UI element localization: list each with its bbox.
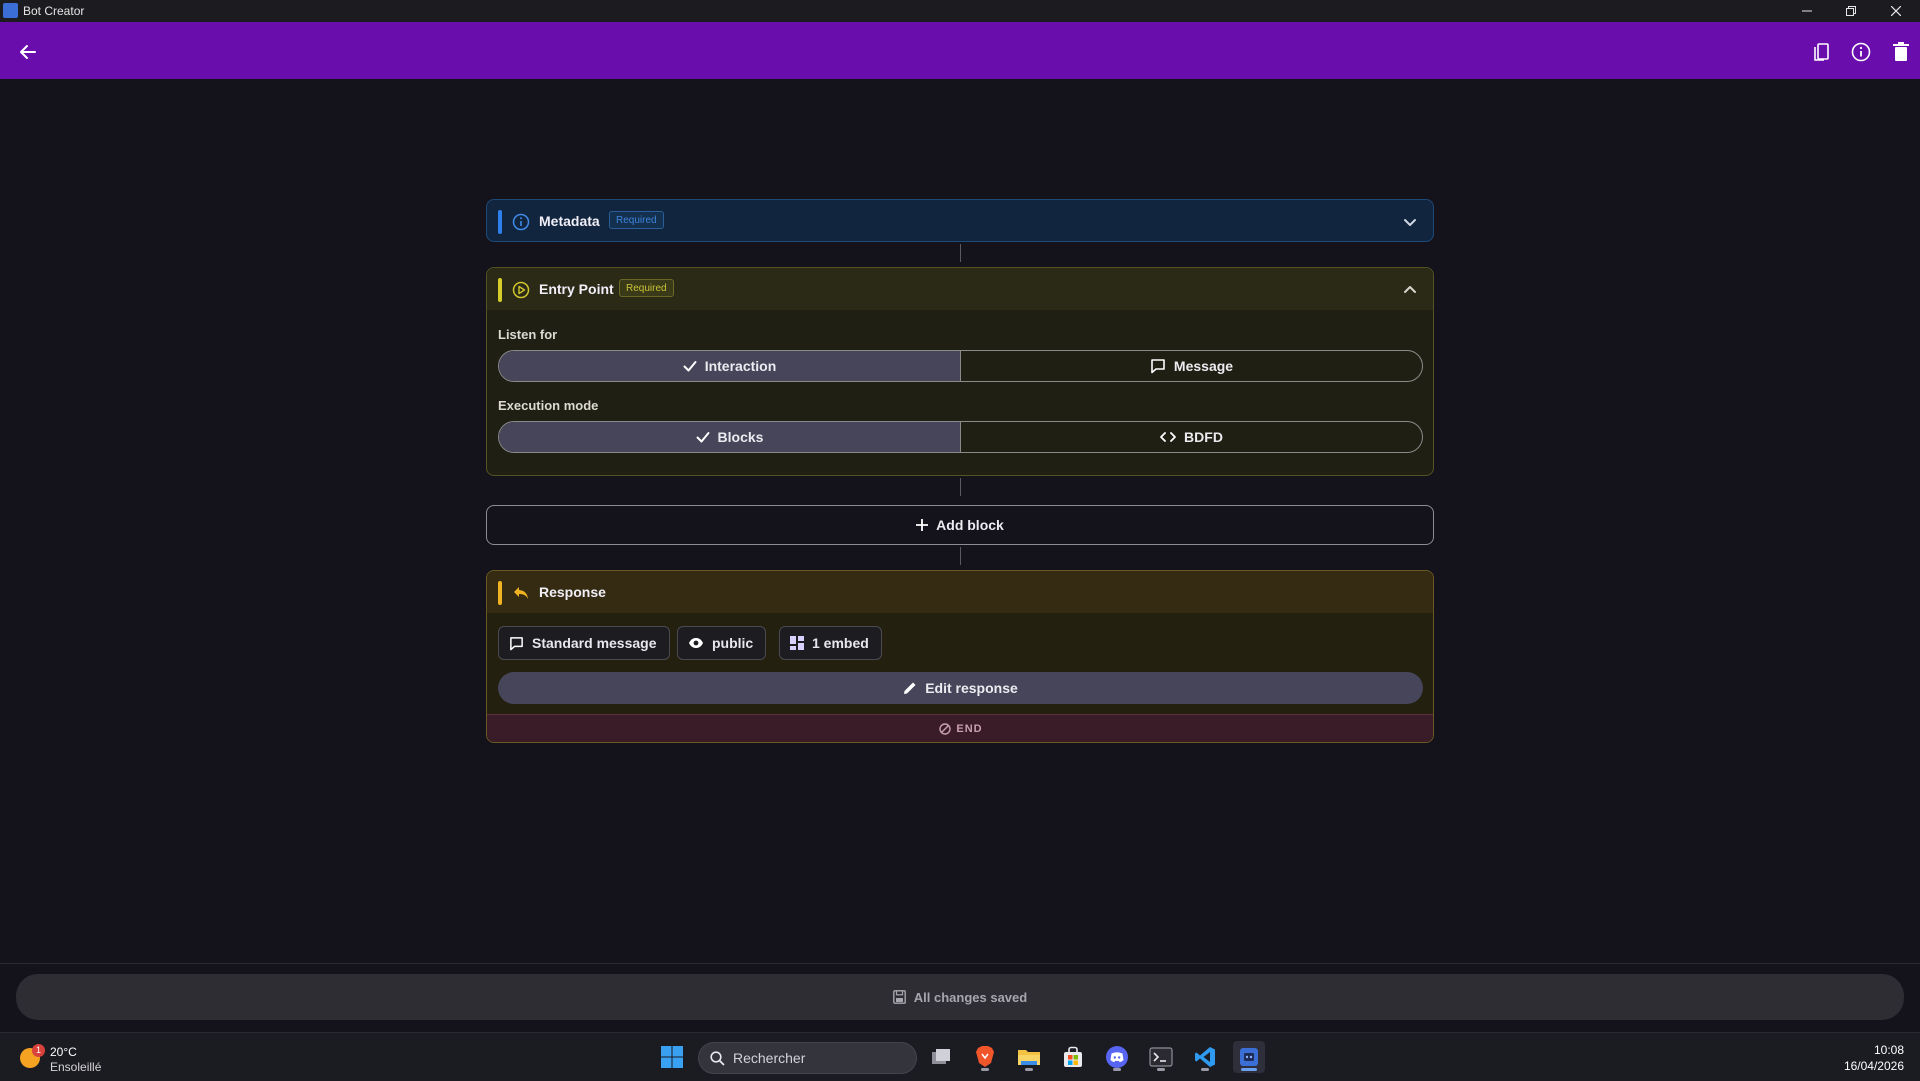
window-title-bar: Bot Creator: [0, 0, 1920, 22]
pencil-icon: [904, 682, 916, 694]
required-badge: Required: [609, 211, 664, 229]
discord-icon: [1106, 1046, 1128, 1068]
discord-button[interactable]: [1101, 1041, 1133, 1073]
save-status-bar: All changes saved: [16, 974, 1904, 1020]
windows-logo-icon: [661, 1046, 683, 1068]
code-icon: [1160, 432, 1176, 442]
vscode-button[interactable]: [1189, 1041, 1221, 1073]
metadata-header[interactable]: Metadata Required: [487, 200, 1433, 242]
listen-for-toggle: Interaction Message: [498, 350, 1423, 382]
back-arrow-icon: [20, 45, 36, 59]
taskbar-clock[interactable]: 10:08 16/04/2026: [1844, 1042, 1904, 1074]
listen-for-message-option[interactable]: Message: [960, 351, 1422, 381]
info-icon: [1851, 42, 1871, 62]
execution-mode-label: Execution mode: [498, 398, 599, 413]
weather-condition: Ensoleillé: [50, 1060, 102, 1074]
search-icon: [710, 1050, 725, 1066]
metadata-title: Metadata: [539, 213, 600, 229]
trash-icon: [1893, 42, 1909, 61]
task-view-icon: [932, 1049, 950, 1064]
entry-point-card: Entry Point Required Listen for Interact…: [486, 267, 1434, 476]
brave-lion-icon: [976, 1046, 994, 1067]
store-bag-icon: [1064, 1046, 1082, 1067]
clock-date: 16/04/2026: [1843, 1059, 1904, 1073]
close-button[interactable]: [1876, 0, 1916, 22]
play-circle-icon: [511, 280, 531, 300]
message-icon: [510, 636, 523, 650]
add-block-button[interactable]: Add block: [486, 505, 1434, 545]
brave-browser-button[interactable]: [969, 1041, 1001, 1073]
response-accent-bar: [498, 581, 502, 605]
response-title: Response: [539, 584, 606, 600]
close-icon: [1891, 6, 1901, 16]
notification-badge: 1: [32, 1044, 45, 1057]
eye-icon: [689, 638, 703, 648]
folder-icon: [1018, 1050, 1040, 1065]
connector-line: [960, 478, 961, 496]
app-icon: [3, 3, 18, 18]
back-button[interactable]: [14, 38, 42, 66]
end-marker: END: [487, 714, 1433, 742]
terminal-icon: [1149, 1047, 1173, 1067]
check-icon: [683, 361, 697, 372]
app-bar: [0, 22, 1920, 79]
execution-mode-bdfd-option[interactable]: BDFD: [960, 422, 1422, 452]
dashboard-icon: [790, 636, 804, 650]
entry-accent-bar: [498, 278, 502, 302]
connector-line: [960, 244, 961, 262]
file-explorer-button[interactable]: [1013, 1041, 1045, 1073]
execution-mode-toggle: Blocks BDFD: [498, 421, 1423, 453]
restore-button[interactable]: [1831, 0, 1871, 22]
connector-line: [960, 547, 961, 565]
reply-icon: [511, 583, 531, 603]
taskbar-search[interactable]: Rechercher: [698, 1042, 917, 1074]
check-icon: [696, 432, 710, 443]
copy-icon: [1814, 43, 1829, 61]
listen-for-label: Listen for: [498, 327, 558, 342]
taskbar: 1 20°C Ensoleillé Rechercher 10:08 16/04…: [0, 1032, 1920, 1081]
response-card: Response Standard message public 1 embed…: [486, 570, 1434, 743]
clock-time: 10:08: [1873, 1043, 1904, 1057]
visibility-chip[interactable]: public: [677, 626, 767, 660]
message-icon: [1151, 359, 1165, 374]
info-button[interactable]: [1846, 37, 1876, 67]
chevron-up-icon[interactable]: [1401, 281, 1419, 299]
block-icon: [939, 722, 952, 735]
info-circle-icon: [511, 212, 531, 232]
vscode-icon: [1195, 1047, 1215, 1067]
window-title: Bot Creator: [23, 4, 85, 18]
restore-icon: [1846, 6, 1856, 16]
bot-creator-taskbar-button[interactable]: [1233, 1041, 1265, 1073]
metadata-card[interactable]: Metadata Required: [486, 199, 1434, 242]
metadata-accent-bar: [498, 210, 502, 234]
start-button[interactable]: [656, 1041, 688, 1073]
weather-temperature: 20°C: [50, 1045, 77, 1059]
weather-widget[interactable]: 1 20°C Ensoleillé: [18, 1042, 138, 1074]
copy-button[interactable]: [1806, 37, 1836, 67]
status-divider: [0, 963, 1920, 964]
execution-mode-blocks-option[interactable]: Blocks: [499, 422, 960, 452]
required-badge: Required: [619, 279, 674, 297]
microsoft-store-button[interactable]: [1057, 1041, 1089, 1073]
entry-point-title: Entry Point: [539, 281, 614, 297]
listen-for-interaction-option[interactable]: Interaction: [499, 351, 960, 381]
chevron-down-icon[interactable]: [1401, 213, 1419, 231]
embed-count-chip[interactable]: 1 embed: [779, 626, 882, 660]
minimize-icon: [1802, 10, 1812, 12]
entry-point-header[interactable]: Entry Point Required: [487, 268, 1433, 310]
response-header: Response: [487, 571, 1433, 613]
edit-response-button[interactable]: Edit response: [498, 672, 1423, 704]
terminal-button[interactable]: [1145, 1041, 1177, 1073]
save-icon: [892, 990, 906, 1004]
delete-button[interactable]: [1886, 37, 1916, 67]
minimize-button[interactable]: [1787, 0, 1827, 22]
task-view-button[interactable]: [925, 1041, 957, 1073]
message-type-chip[interactable]: Standard message: [498, 626, 670, 660]
bot-creator-icon: [1240, 1048, 1258, 1066]
plus-icon: [916, 519, 929, 531]
